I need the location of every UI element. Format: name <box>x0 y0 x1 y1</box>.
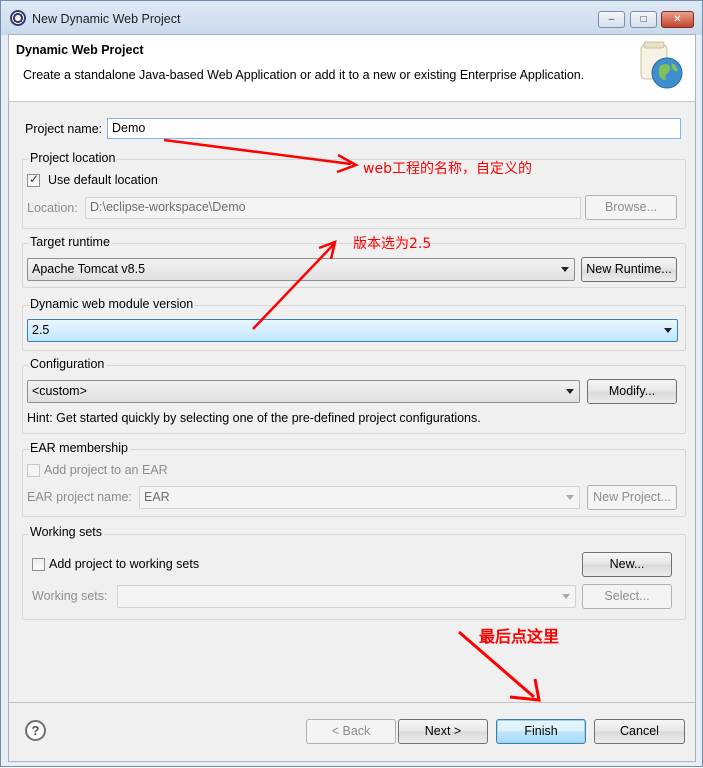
arrow-to-module-version <box>252 240 337 330</box>
arrow-to-project-name <box>163 138 359 174</box>
dialog-window: New Dynamic Web Project – □ ✕ Dynamic We… <box>0 0 703 767</box>
finish-annotation: 最后点这里 <box>479 627 560 646</box>
module-version-annotation: 版本选为2.5 <box>353 236 432 252</box>
project-name-annotation: web工程的名称，自定义的 <box>363 161 532 177</box>
annotation-arrows <box>163 138 541 702</box>
